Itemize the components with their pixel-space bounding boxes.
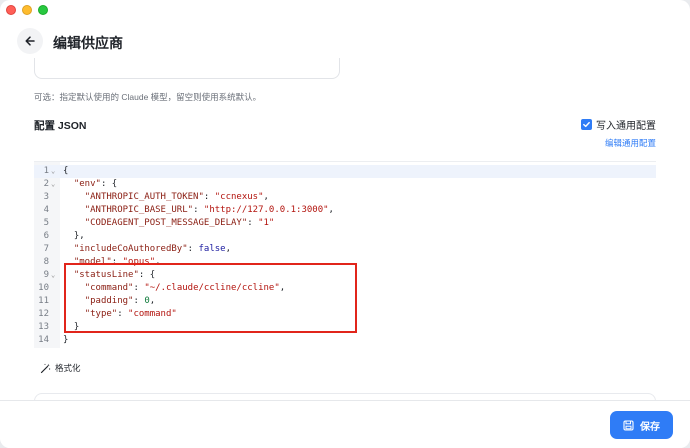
line-number: 11	[38, 296, 49, 306]
line-number: 10	[38, 283, 49, 293]
line-number: 4	[43, 205, 49, 215]
config-json-title: 配置 JSON	[34, 120, 87, 132]
fold-chevron-icon[interactable]: ⌄	[51, 165, 55, 178]
code-text: "ANTHROPIC_AUTH_TOKEN": "ccnexus",	[84, 192, 269, 202]
footer-bar: 保存	[0, 400, 690, 448]
line-number: 1	[43, 166, 49, 176]
fold-chevron-icon[interactable]: ⌄	[51, 269, 55, 282]
code-text: "ANTHROPIC_BASE_URL": "http://127.0.0.1:…	[84, 205, 334, 215]
common-config-label: 写入通用配置	[596, 121, 656, 132]
format-button[interactable]: 格式化	[40, 362, 81, 374]
line-number: 9	[43, 270, 49, 280]
page-title: 编辑供应商	[53, 35, 123, 51]
checkbox-checked-icon[interactable]	[581, 119, 592, 130]
edit-common-config-link[interactable]: 编辑通用配置	[605, 137, 656, 149]
model-input[interactable]	[34, 58, 340, 79]
fold-chevron-icon[interactable]: ⌄	[51, 178, 55, 191]
line-number: 6	[43, 231, 49, 241]
line-number: 13	[38, 322, 49, 332]
code-line[interactable]: 4 "ANTHROPIC_BASE_URL": "http://127.0.0.…	[34, 204, 656, 217]
code-line[interactable]: 2 ⌄ "env": {	[34, 178, 656, 191]
line-number: 3	[43, 192, 49, 202]
code-text: "includeCoAuthoredBy": false,	[73, 244, 231, 254]
scroll-content[interactable]: 可选：指定默认使用的 Claude 模型，留空则使用系统默认。 配置 JSON …	[0, 58, 690, 400]
next-section-card	[34, 393, 656, 400]
save-icon	[623, 419, 634, 431]
minimize-window-button[interactable]	[22, 5, 32, 15]
code-text: },	[63, 231, 85, 241]
common-config-checkbox[interactable]: 写入通用配置	[581, 117, 656, 132]
close-window-button[interactable]	[6, 5, 16, 15]
code-text: "env": {	[73, 179, 118, 189]
code-text: {	[63, 166, 69, 176]
arrow-left-icon	[25, 36, 35, 46]
code-line[interactable]: 3 "ANTHROPIC_AUTH_TOKEN": "ccnexus",	[34, 191, 656, 204]
code-line[interactable]: 7 "includeCoAuthoredBy": false,	[34, 243, 656, 256]
highlight-annotation	[64, 263, 357, 333]
back-button[interactable]	[17, 28, 43, 54]
magic-wand-icon	[40, 363, 51, 373]
save-label: 保存	[640, 421, 660, 433]
save-button[interactable]: 保存	[610, 411, 673, 439]
code-line[interactable]: 5 "CODEAGENT_POST_MESSAGE_DELAY": "1"	[34, 217, 656, 230]
model-hint: 可选：指定默认使用的 Claude 模型，留空则使用系统默认。	[34, 92, 262, 102]
line-number: 5	[43, 218, 49, 228]
code-line[interactable]: 1 ⌄ {	[34, 165, 656, 178]
code-text: }	[63, 335, 69, 345]
line-number: 14	[38, 335, 49, 345]
app-window: 编辑供应商 可选：指定默认使用的 Claude 模型，留空则使用系统默认。 配置…	[0, 0, 690, 448]
code-line[interactable]: 6 },	[34, 230, 656, 243]
line-number: 12	[38, 309, 49, 319]
line-number: 7	[43, 244, 49, 254]
line-number: 8	[43, 257, 49, 267]
maximize-window-button[interactable]	[38, 5, 48, 15]
line-number: 2	[43, 179, 49, 189]
code-text: "CODEAGENT_POST_MESSAGE_DELAY": "1"	[84, 218, 275, 228]
window-controls	[6, 5, 48, 15]
format-label: 格式化	[55, 363, 81, 373]
code-line[interactable]: 14}	[34, 334, 656, 347]
page-header: 编辑供应商	[0, 28, 690, 58]
